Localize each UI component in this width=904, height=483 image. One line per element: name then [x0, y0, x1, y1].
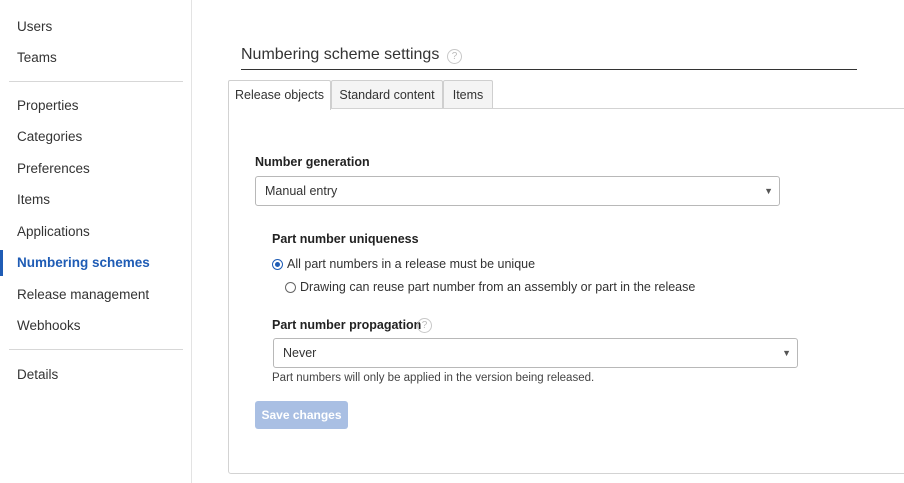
tab-items[interactable]: Items [443, 80, 493, 109]
sidebar-item-categories[interactable]: Categories [17, 128, 82, 146]
uniqueness-option-label: Drawing can reuse part number from an as… [300, 280, 696, 294]
part-number-uniqueness-label: Part number uniqueness [272, 232, 419, 246]
page-title: Numbering scheme settings [241, 46, 440, 63]
chevron-down-icon: ▼ [764, 186, 773, 196]
propagation-hint: Part numbers will only be applied in the… [272, 372, 595, 384]
sidebar-item-applications[interactable]: Applications [17, 223, 90, 241]
number-generation-select[interactable]: Manual entry ▼ [255, 176, 780, 206]
sidebar-item-numbering-schemes[interactable]: Numbering schemes [17, 254, 150, 272]
part-number-propagation-select[interactable]: Never ▼ [273, 338, 798, 368]
uniqueness-option-drawing-reuse[interactable]: Drawing can reuse part number from an as… [285, 279, 695, 295]
radio-unchecked-icon[interactable] [285, 282, 296, 293]
uniqueness-option-label: All part numbers in a release must be un… [287, 257, 536, 271]
save-changes-button[interactable]: Save changes [255, 401, 348, 429]
help-circle-icon[interactable]: ? [447, 49, 462, 64]
tab-standard-content[interactable]: Standard content [331, 80, 443, 109]
sidebar-item-teams[interactable]: Teams [17, 49, 57, 67]
sidebar-divider [9, 349, 183, 350]
sidebar-divider [9, 81, 183, 82]
chevron-down-icon: ▼ [782, 348, 791, 358]
sidebar-item-properties[interactable]: Properties [17, 97, 79, 115]
help-circle-icon[interactable]: ? [417, 318, 432, 333]
sidebar-active-indicator [0, 250, 3, 276]
title-underline [241, 69, 857, 70]
radio-checked-icon[interactable] [272, 259, 283, 270]
number-generation-label: Number generation [255, 155, 370, 169]
number-generation-value: Manual entry [265, 184, 338, 198]
part-number-propagation-label: Part number propagation [272, 318, 422, 332]
sidebar-item-items[interactable]: Items [17, 191, 50, 209]
propagation-value: Never [283, 346, 317, 360]
sidebar-item-preferences[interactable]: Preferences [17, 160, 90, 178]
sidebar: Users Teams Properties Categories Prefer… [0, 0, 192, 483]
sidebar-item-webhooks[interactable]: Webhooks [17, 317, 81, 335]
tab-release-objects[interactable]: Release objects [228, 80, 331, 110]
sidebar-item-details[interactable]: Details [17, 366, 58, 384]
uniqueness-option-unique[interactable]: All part numbers in a release must be un… [272, 256, 535, 272]
sidebar-item-users[interactable]: Users [17, 18, 52, 36]
sidebar-item-release-management[interactable]: Release management [17, 286, 149, 304]
